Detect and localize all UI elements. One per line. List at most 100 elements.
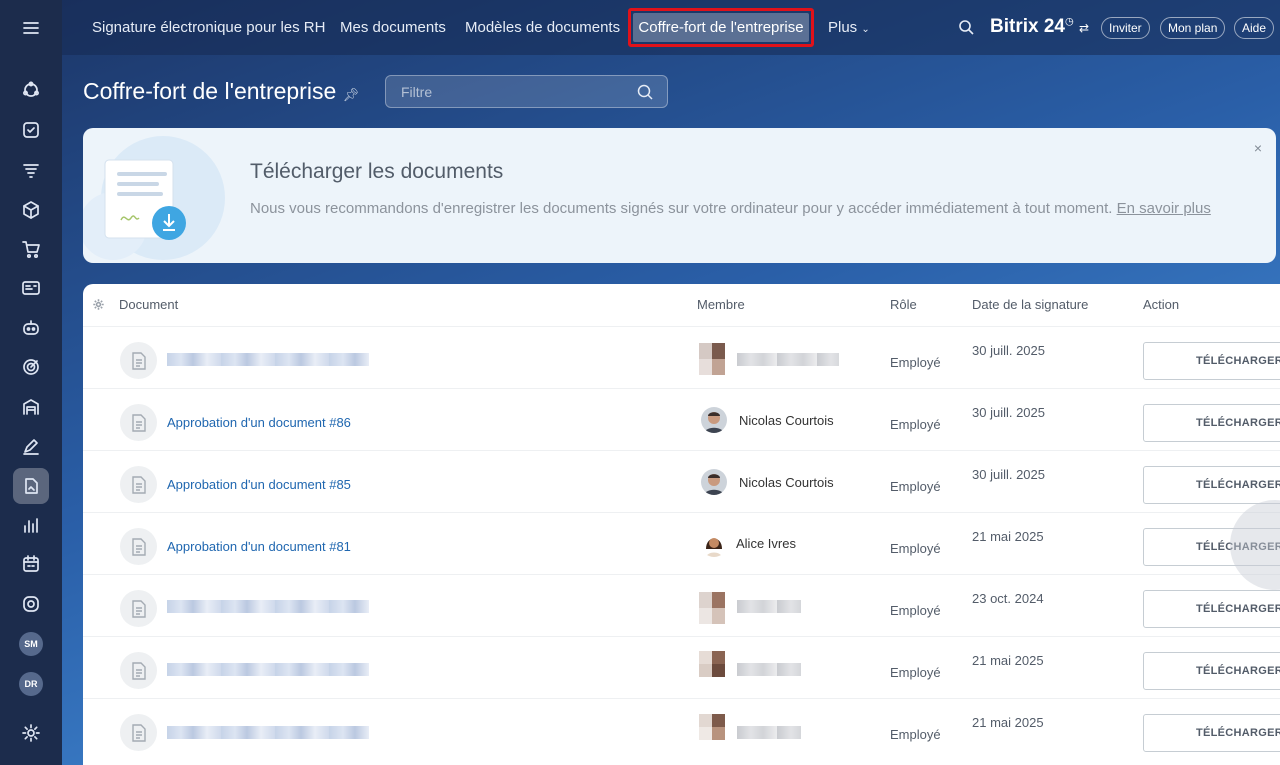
redacted-member-name [737, 353, 839, 366]
signature-date: 30 juill. 2025 [972, 467, 1045, 482]
id-card-icon[interactable] [13, 270, 49, 306]
redacted-document-name [167, 353, 369, 366]
role-text: Employé [890, 665, 941, 680]
table-row[interactable]: Employé 30 juill. 2025 TÉLÉCHARGER [83, 326, 1280, 388]
download-button[interactable]: TÉLÉCHARGER [1143, 714, 1280, 752]
warehouse-icon[interactable] [13, 389, 49, 425]
nav-item-label: Coffre-fort de l'entreprise [633, 13, 809, 42]
table-row[interactable]: Employé 21 mai 2025 TÉLÉCHARGER [83, 698, 1280, 760]
nav-item-my-documents[interactable]: Mes documents [340, 19, 446, 36]
role-text: Employé [890, 417, 941, 432]
nav-item-hr-signature[interactable]: Signature électronique pour les RH [92, 19, 325, 36]
member-name[interactable]: Alice Ivres [736, 536, 796, 551]
help-button[interactable]: Aide [1234, 17, 1275, 39]
avatar[interactable] [701, 469, 727, 495]
target-icon[interactable] [13, 349, 49, 385]
signature-date: 21 mai 2025 [972, 653, 1044, 668]
document-icon [120, 528, 157, 565]
member-name[interactable]: Nicolas Courtois [739, 475, 834, 490]
pin-icon[interactable]: 📌︎ [343, 87, 360, 102]
brand-name: Bitrix 24 [990, 16, 1065, 37]
analytics-icon[interactable] [13, 507, 49, 543]
signature-date: 23 oct. 2024 [972, 591, 1044, 606]
search-icon[interactable] [958, 19, 974, 40]
filter-search[interactable] [385, 75, 668, 108]
sign-icon[interactable] [13, 428, 49, 464]
chevron-down-icon: ⌄ [861, 24, 870, 35]
redacted-avatar [699, 651, 725, 683]
document-link[interactable]: Approbation d'un document #86 [167, 415, 351, 430]
download-button[interactable]: TÉLÉCHARGER [1143, 404, 1280, 442]
timer-icon[interactable] [13, 586, 49, 622]
nav-more-button[interactable]: Plus ⌄ [828, 19, 870, 36]
table-row[interactable]: Employé 23 oct. 2024 TÉLÉCHARGER [83, 574, 1280, 636]
document-link[interactable]: Approbation d'un document #81 [167, 539, 351, 554]
hub-icon[interactable] [13, 72, 49, 108]
column-header-member[interactable]: Membre [697, 297, 745, 312]
robot-icon[interactable] [13, 309, 49, 345]
top-navigation: Signature électronique pour les RH Mes d… [62, 0, 1280, 55]
table-row[interactable]: Approbation d'un document #81 Alice Ivre… [83, 512, 1280, 574]
redacted-document-name [167, 726, 369, 739]
column-header-date[interactable]: Date de la signature [972, 297, 1088, 312]
download-button[interactable]: TÉLÉCHARGER [1143, 466, 1280, 504]
avatar[interactable]: DR [19, 672, 43, 696]
role-text: Employé [890, 727, 941, 742]
avatar[interactable]: SM [19, 632, 43, 656]
nav-item-document-templates[interactable]: Modèles de documents [465, 19, 620, 36]
document-link[interactable]: Approbation d'un document #85 [167, 477, 351, 492]
column-header-document[interactable]: Document [119, 297, 178, 312]
my-plan-button[interactable]: Mon plan [1160, 17, 1226, 39]
redacted-document-name [167, 600, 369, 613]
menu-icon[interactable] [13, 10, 49, 46]
signature-date: 21 mai 2025 [972, 715, 1044, 730]
info-banner: Télécharger les documents Nous vous reco… [83, 128, 1276, 263]
filter-icon[interactable] [13, 152, 49, 188]
filter-input[interactable] [386, 76, 626, 107]
box-icon[interactable] [13, 192, 49, 228]
cart-icon[interactable] [13, 231, 49, 267]
brand-logo[interactable]: Bitrix 24◷ ⇄ [990, 16, 1089, 38]
avatar[interactable] [701, 407, 727, 433]
learn-more-link[interactable]: En savoir plus [1117, 200, 1211, 217]
download-button[interactable]: TÉLÉCHARGER [1143, 590, 1280, 628]
nav-more-label: Plus [828, 19, 858, 36]
document-icon [120, 404, 157, 441]
banner-text: Nous vous recommandons d'enregistrer les… [250, 200, 1240, 218]
avatar[interactable] [701, 531, 727, 557]
role-text: Employé [890, 541, 941, 556]
signature-doc-icon[interactable] [13, 468, 49, 504]
swap-icon[interactable]: ⇄ [1079, 21, 1089, 35]
gear-icon[interactable] [92, 298, 105, 316]
member-name[interactable]: Nicolas Courtois [739, 413, 834, 428]
clock-icon: ◷ [1064, 16, 1074, 28]
table-row[interactable]: Approbation d'un document #86 Nicolas Co… [83, 388, 1280, 450]
banner-title: Télécharger les documents [250, 160, 504, 183]
calendar-icon[interactable] [13, 546, 49, 582]
redacted-member-name [737, 663, 801, 676]
document-download-illustration [83, 128, 233, 263]
redacted-member-name [737, 726, 801, 739]
redacted-avatar [699, 714, 725, 746]
column-header-role[interactable]: Rôle [890, 297, 917, 312]
role-text: Employé [890, 479, 941, 494]
banner-description: Nous vous recommandons d'enregistrer les… [250, 200, 1113, 217]
role-text: Employé [890, 355, 941, 370]
signature-date: 30 juill. 2025 [972, 343, 1045, 358]
tasks-icon[interactable] [13, 112, 49, 148]
redacted-avatar [699, 592, 725, 624]
document-icon [120, 714, 157, 751]
download-button[interactable]: TÉLÉCHARGER [1143, 342, 1280, 380]
close-icon[interactable]: × [1254, 140, 1262, 156]
page-title: Coffre-fort de l'entreprise 📌︎ [83, 78, 359, 105]
document-icon [120, 466, 157, 503]
column-header-action: Action [1143, 297, 1180, 312]
table-row[interactable]: Employé 21 mai 2025 TÉLÉCHARGER [83, 636, 1280, 698]
invite-button[interactable]: Inviter [1101, 17, 1150, 39]
download-button[interactable]: TÉLÉCHARGER [1143, 652, 1280, 690]
nav-item-company-vault[interactable]: Coffre-fort de l'entreprise [628, 8, 814, 47]
table-row[interactable]: Approbation d'un document #85 Nicolas Co… [83, 450, 1280, 512]
settings-icon[interactable] [13, 715, 49, 751]
search-icon[interactable] [637, 84, 653, 105]
redacted-document-name [167, 663, 369, 676]
